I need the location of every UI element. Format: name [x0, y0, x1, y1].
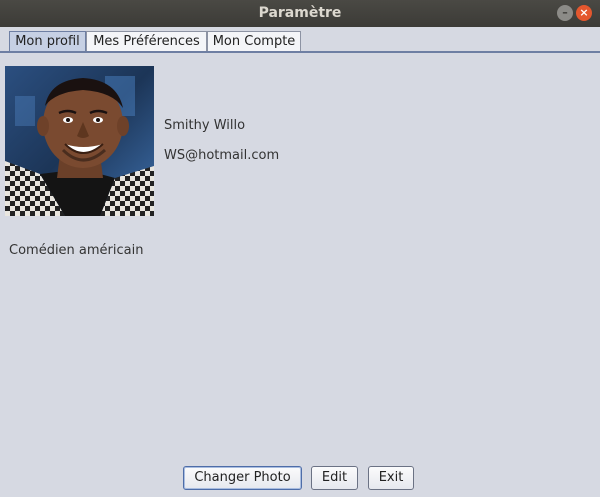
tab-divider	[0, 51, 600, 53]
change-photo-button[interactable]: Changer Photo	[183, 466, 302, 490]
window-title: Paramètre	[258, 5, 342, 21]
tab-mon-compte[interactable]: Mon Compte	[207, 31, 301, 51]
edit-button[interactable]: Edit	[311, 466, 358, 490]
close-button[interactable]: ×	[576, 5, 592, 21]
tab-mes-preferences[interactable]: Mes Préférences	[86, 31, 207, 51]
profile-photo-image	[5, 66, 154, 216]
profile-photo	[5, 66, 154, 216]
profile-email: WS@hotmail.com	[164, 148, 280, 163]
profile-description: Comédien américain	[9, 243, 144, 258]
exit-button[interactable]: Exit	[368, 466, 414, 490]
window-titlebar: Paramètre – ×	[0, 0, 600, 27]
profile-name: Smithy Willo	[164, 118, 246, 133]
tab-mon-profil[interactable]: Mon profil	[9, 31, 86, 51]
minimize-button[interactable]: –	[557, 5, 573, 21]
